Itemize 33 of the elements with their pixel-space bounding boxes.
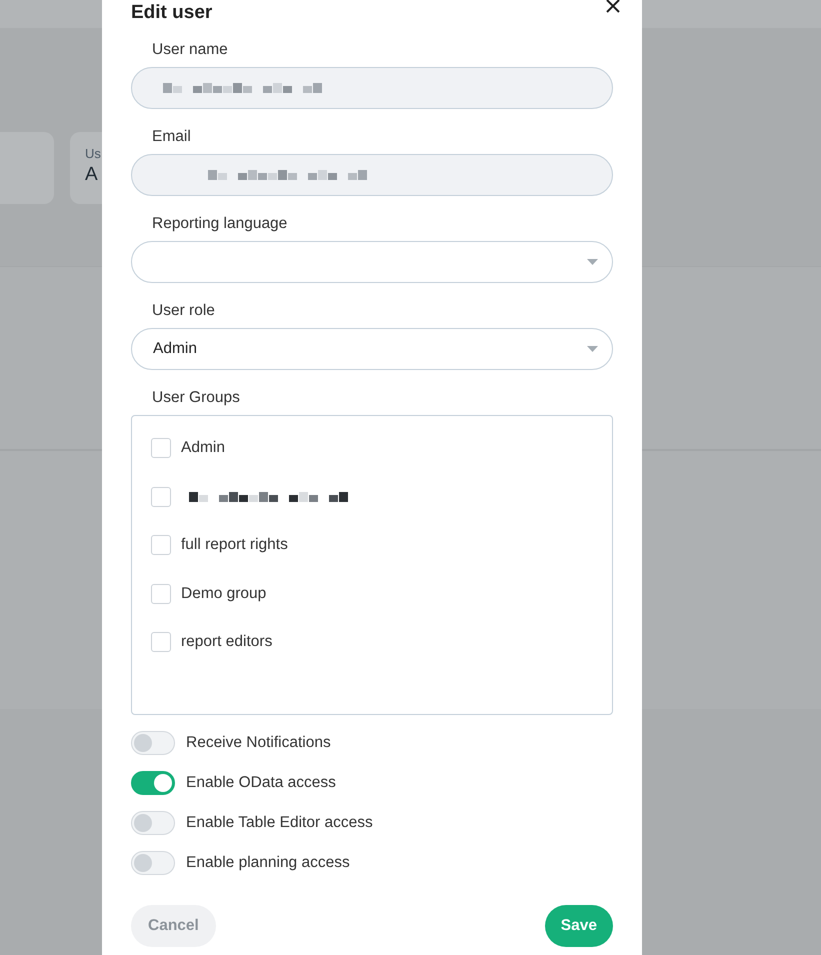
caret-icon xyxy=(587,346,598,352)
close-icon[interactable] xyxy=(605,0,621,14)
toggle-label: Enable planning access xyxy=(186,854,350,872)
select-field[interactable] xyxy=(131,241,613,283)
checkbox[interactable] xyxy=(151,632,171,652)
card-label: Us xyxy=(85,146,102,162)
cancel-button[interactable]: Cancel xyxy=(131,905,216,947)
field-label: User name xyxy=(151,40,228,60)
group-label: report editors xyxy=(181,633,272,651)
field-label: User role xyxy=(151,301,215,321)
toggle-label: Enable Table Editor access xyxy=(186,814,373,832)
field-label: Reporting language xyxy=(151,214,288,234)
dialog-title: Edit user xyxy=(131,1,212,25)
group-label: full report rights xyxy=(181,536,288,554)
group-label: Admin xyxy=(181,439,225,457)
checkbox[interactable] xyxy=(151,584,171,604)
field-label: Email xyxy=(151,127,191,147)
select-field[interactable]: Admin xyxy=(131,328,613,370)
toggle-label: Receive Notifications xyxy=(186,734,331,752)
group-label: Demo group xyxy=(181,584,266,602)
field-label: User Groups xyxy=(151,388,240,408)
checkbox[interactable] xyxy=(151,438,171,458)
toggle-switch[interactable] xyxy=(131,731,175,755)
toggle-switch[interactable] xyxy=(131,771,175,795)
toggle-switch[interactable] xyxy=(131,811,175,835)
card-value: A xyxy=(85,163,99,187)
toggle-switch[interactable] xyxy=(131,851,175,875)
checkbox[interactable] xyxy=(151,486,171,506)
text-field[interactable] xyxy=(131,154,613,196)
checkbox[interactable] xyxy=(151,535,171,555)
toggle-label: Enable OData access xyxy=(186,774,336,792)
text-field[interactable] xyxy=(131,67,613,109)
save-button[interactable]: Save xyxy=(544,905,613,947)
